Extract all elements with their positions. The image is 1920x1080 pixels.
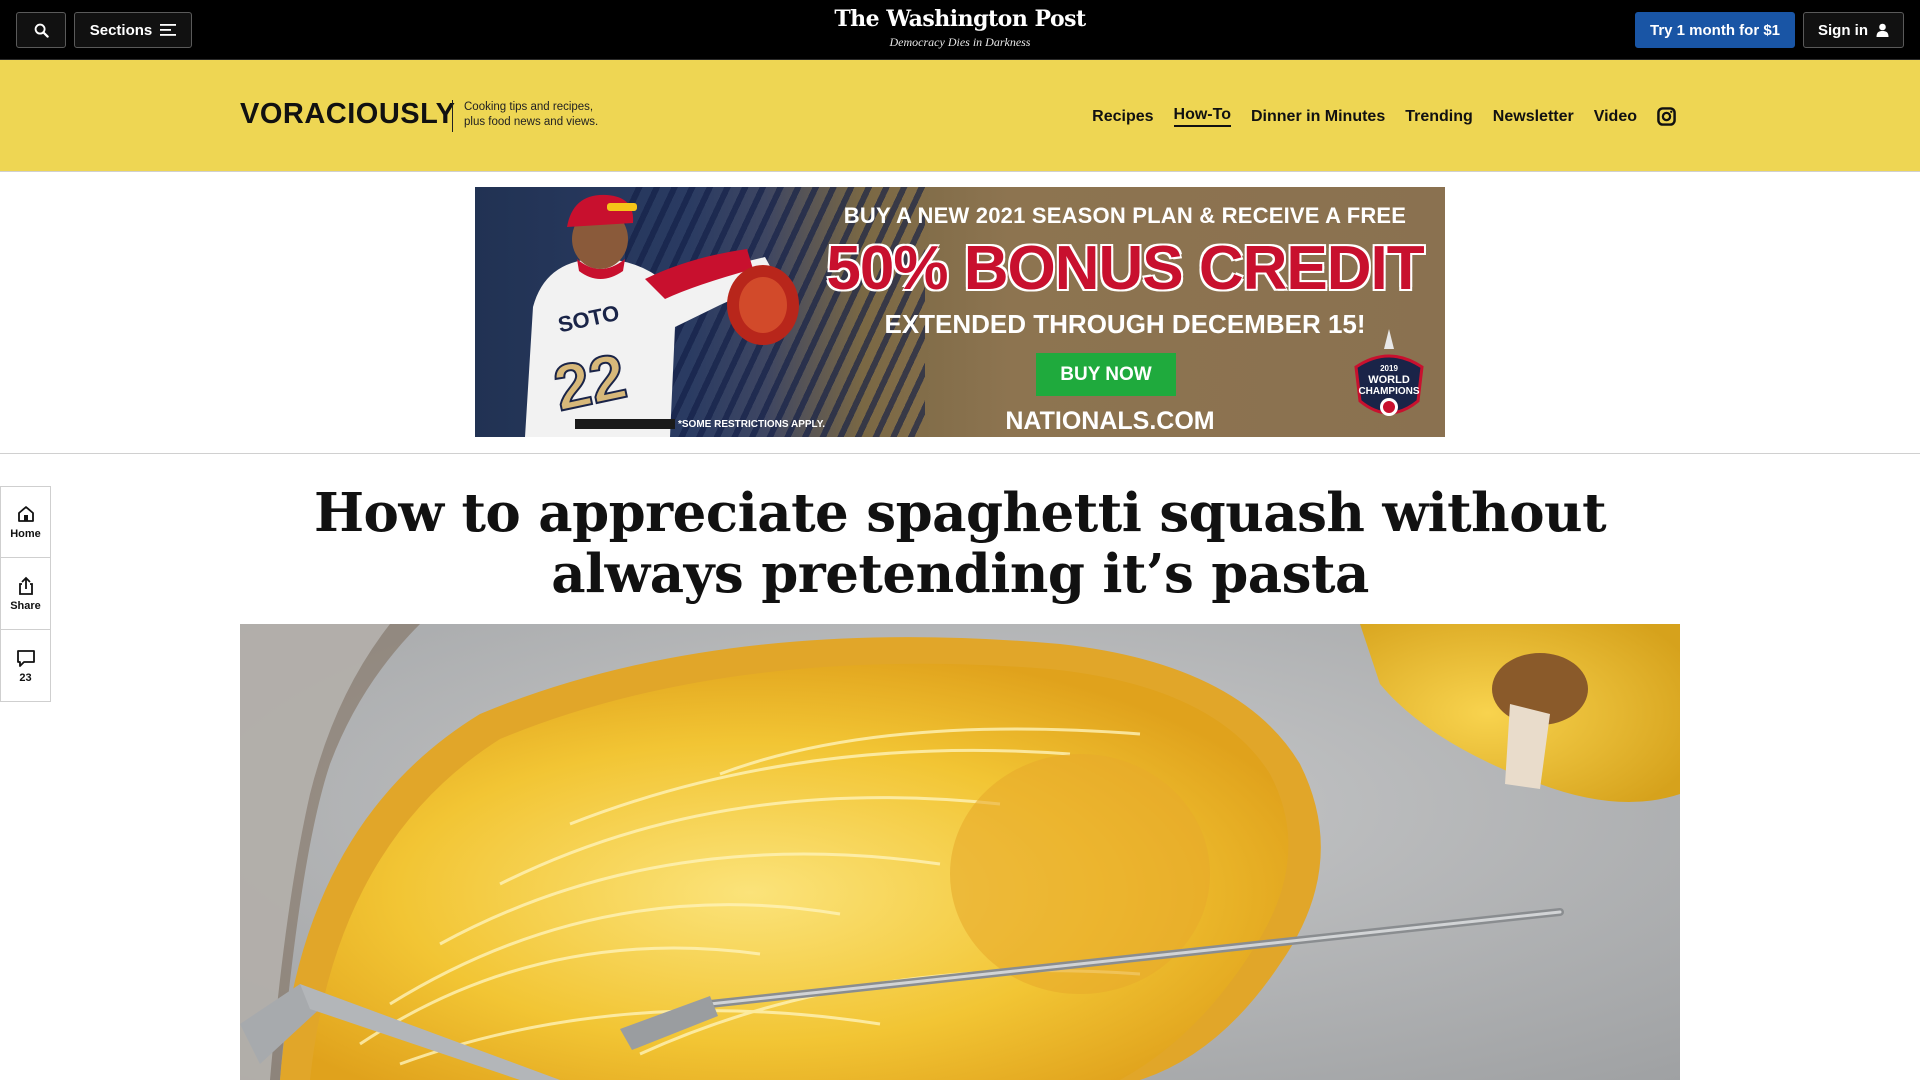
section-nav: Recipes How-To Dinner in Minutes Trendin…	[1092, 106, 1676, 127]
share-icon	[18, 576, 33, 595]
masthead: The Washington Post	[834, 6, 1086, 32]
nav-newsletter[interactable]: Newsletter	[1493, 108, 1574, 126]
home-button[interactable]: Home	[0, 486, 51, 558]
section-tagline-line1: Cooking tips and recipes,	[464, 101, 594, 113]
article-headline: How to appreciate spaghetti squash witho…	[313, 482, 1607, 605]
sign-in-label: Sign in	[1818, 21, 1868, 39]
section-tagline: Cooking tips and recipes, plus food news…	[464, 100, 614, 130]
badge-year: 2019	[1380, 364, 1398, 373]
ad-buy-now-button[interactable]: BUY NOW	[1036, 353, 1176, 396]
comment-icon	[16, 649, 35, 667]
section-tagline-line2: plus food news and views.	[464, 116, 599, 128]
instagram-link[interactable]	[1657, 107, 1676, 126]
nav-trending[interactable]: Trending	[1405, 108, 1473, 126]
comments-button[interactable]: 23	[0, 630, 51, 702]
badge-line1: WORLD	[1368, 374, 1410, 386]
search-icon	[34, 23, 49, 38]
nav-recipes[interactable]: Recipes	[1092, 108, 1153, 126]
badge-line2: CHAMPIONS	[1358, 386, 1419, 397]
nav-dinner-in-minutes[interactable]: Dinner in Minutes	[1251, 108, 1385, 126]
hero-image	[240, 624, 1680, 1080]
menu-icon	[160, 24, 177, 36]
search-button[interactable]	[16, 12, 66, 48]
masthead-tagline: Democracy Dies in Darkness	[889, 35, 1031, 49]
voraciously-logo[interactable]: VORACIOUSLY	[240, 98, 456, 131]
sections-label: Sections	[89, 21, 153, 39]
washington-post-logo[interactable]: The Washington Post Democracy Dies in Da…	[760, 6, 1160, 50]
ad-headline-line1: BUY A NEW 2021 SEASON PLAN & RECEIVE A F…	[843, 203, 1407, 228]
sign-in-button[interactable]: Sign in	[1803, 12, 1904, 48]
ad-player-illustration: 22 SOTO	[525, 194, 799, 437]
ad-url: NATIONALS.COM	[1005, 407, 1215, 435]
subscribe-offer-button[interactable]: Try 1 month for $1	[1635, 12, 1795, 48]
nationals-banner-ad[interactable]: 22 SOTO BUY A NEW 2021 SEASON PLAN & REC…	[475, 187, 1445, 437]
article-tool-rail: Home Share 23	[0, 486, 51, 702]
nav-how-to[interactable]: How-To	[1173, 106, 1231, 127]
world-champions-badge: 2019 WORLD CHAMPIONS	[1354, 329, 1424, 416]
sections-button[interactable]: Sections	[74, 12, 192, 48]
ad-headline-line2: 50% BONUS CREDIT	[826, 234, 1424, 303]
logo-divider	[452, 100, 453, 132]
user-icon	[1876, 23, 1889, 37]
share-button[interactable]: Share	[0, 558, 51, 630]
home-icon	[17, 506, 34, 522]
instagram-icon	[1657, 107, 1676, 126]
comment-count: 23	[19, 671, 32, 684]
section-header: VORACIOUSLY Cooking tips and recipes, pl…	[0, 60, 1920, 171]
share-label: Share	[10, 599, 41, 612]
ad-jersey-number: 22	[548, 339, 633, 424]
ad-restrictions-note: *SOME RESTRICTIONS APPLY.	[678, 419, 826, 430]
top-navigation-bar: Sections The Washington Post Democracy D…	[0, 0, 1920, 60]
nav-video[interactable]: Video	[1594, 108, 1637, 126]
advertisement-slot: 22 SOTO BUY A NEW 2021 SEASON PLAN & REC…	[0, 171, 1920, 454]
spaghetti-squash-photo	[240, 624, 1680, 1080]
home-label: Home	[10, 528, 41, 540]
